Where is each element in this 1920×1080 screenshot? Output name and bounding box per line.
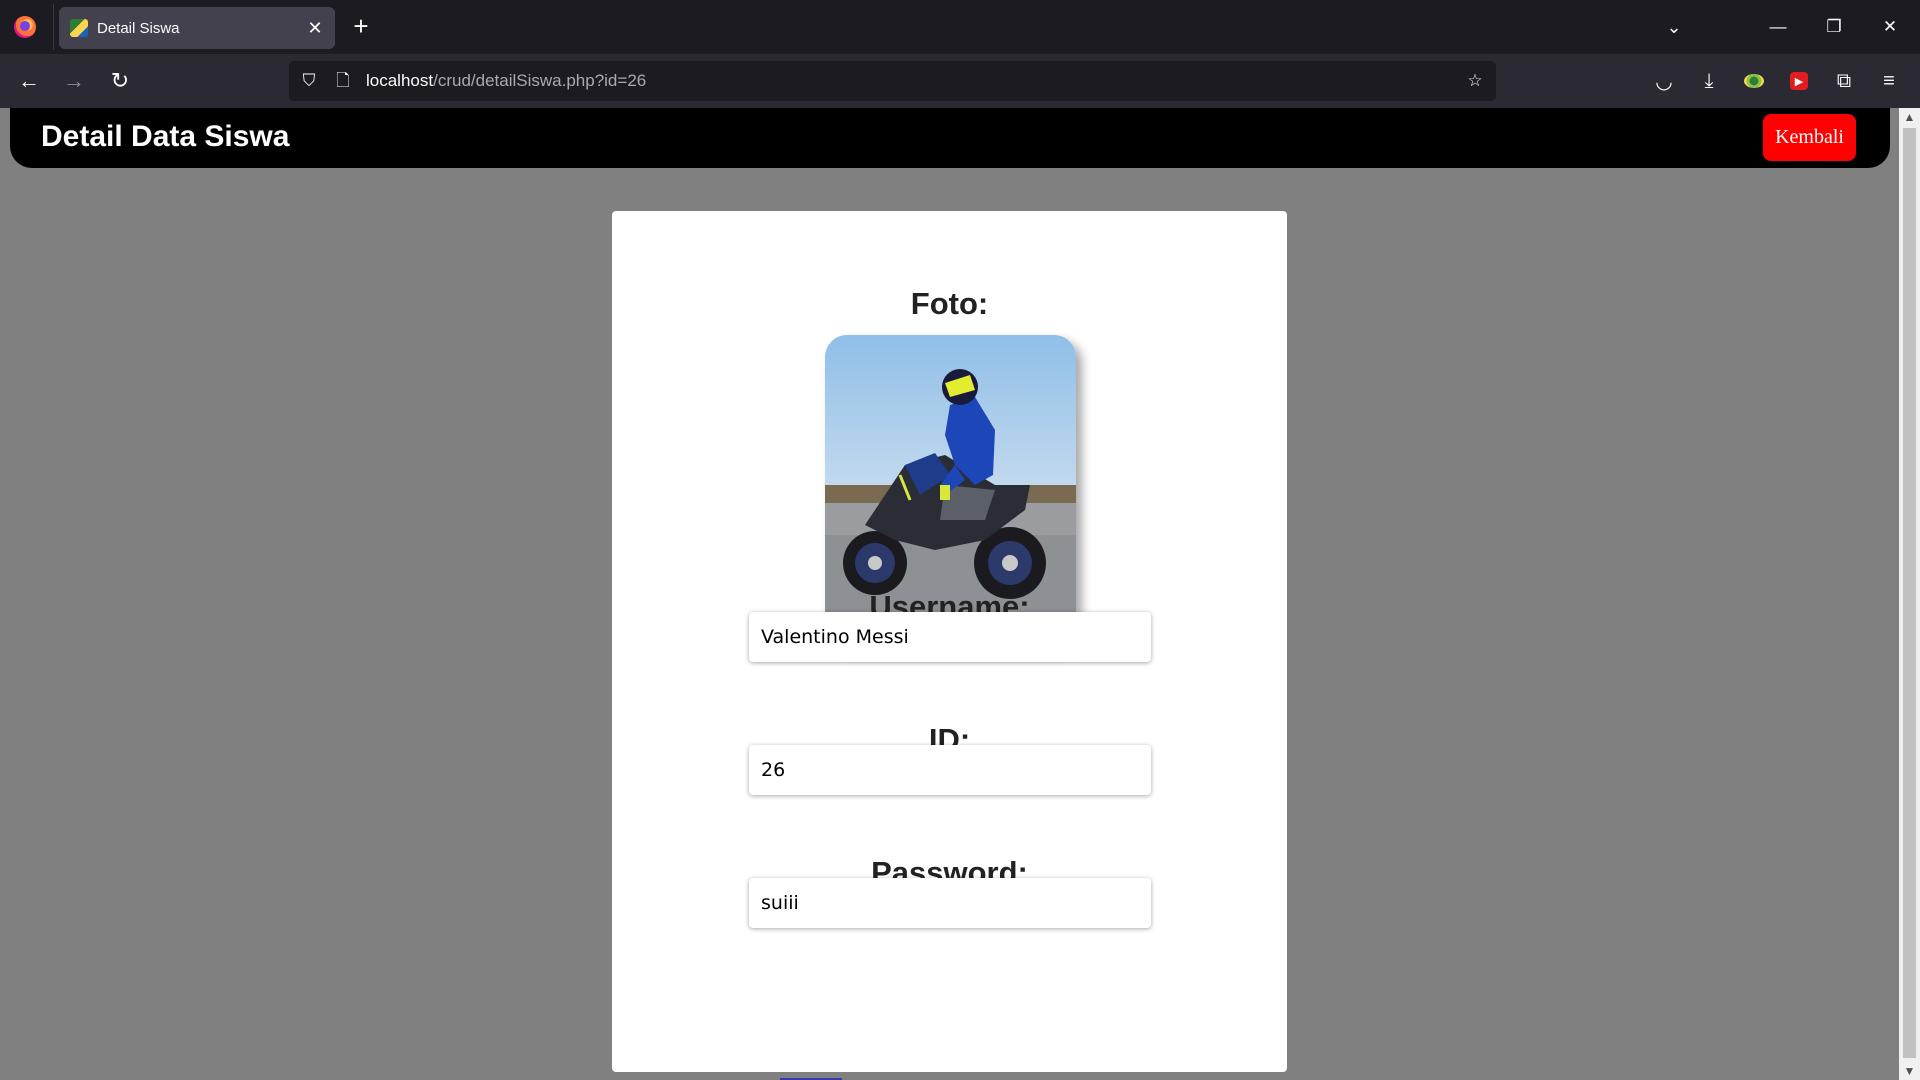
app-header: Detail Data Siswa Kembali xyxy=(10,108,1890,168)
page-viewport: Detail Data Siswa Kembali Foto: Username… xyxy=(0,108,1899,1080)
reload-icon[interactable]: ↻ xyxy=(104,65,136,97)
url-path: /crud/detailSiswa.php?id=26 xyxy=(433,71,647,90)
restore-icon[interactable]: ❐ xyxy=(1806,0,1862,54)
tab-close-icon[interactable]: ✕ xyxy=(303,16,327,40)
forward-arrow-icon[interactable]: → xyxy=(58,65,90,97)
scroll-thumb[interactable] xyxy=(1903,128,1916,1058)
window-close-icon[interactable]: ✕ xyxy=(1862,0,1918,54)
download-icon[interactable]: ⤓ xyxy=(1693,65,1725,97)
tab-title: Detail Siswa xyxy=(97,19,180,37)
kembali-button[interactable]: Kembali xyxy=(1763,114,1856,161)
tab-detail-siswa[interactable]: Detail Siswa ✕ xyxy=(59,7,335,49)
url-bar[interactable]: ⛉ 🗋 localhost/crud/detailSiswa.php?id=26… xyxy=(289,61,1496,101)
page-icon[interactable]: 🗋 xyxy=(332,70,354,92)
scroll-down-icon[interactable]: ▼ xyxy=(1899,1062,1920,1080)
url-text[interactable]: localhost/crud/detailSiswa.php?id=26 xyxy=(366,71,646,91)
detail-card: Foto: Username: Valentino Messi ID: 26 P… xyxy=(612,211,1287,1072)
tab-separator xyxy=(53,4,54,50)
tab-list-chevron-down-icon[interactable]: ⌄ xyxy=(1660,13,1688,41)
minimize-icon[interactable]: — xyxy=(1750,0,1806,54)
shield-icon[interactable]: ⛉ xyxy=(298,70,320,92)
extension-eye-icon[interactable] xyxy=(1738,65,1770,97)
page-title: Detail Data Siswa xyxy=(41,120,290,153)
id-field[interactable]: 26 xyxy=(749,745,1151,795)
star-icon[interactable]: ☆ xyxy=(1464,70,1486,92)
url-host: localhost xyxy=(366,71,434,90)
scroll-up-icon[interactable]: ▲ xyxy=(1899,108,1920,126)
extension-red-icon[interactable]: ▶ xyxy=(1783,65,1815,97)
new-tab-plus-icon[interactable]: + xyxy=(347,13,375,41)
back-arrow-icon[interactable]: ← xyxy=(13,65,45,97)
tab-favicon-icon xyxy=(70,19,88,37)
tab-bar: Detail Siswa ✕ + ⌄ — ❐ ✕ xyxy=(0,0,1920,54)
photo-label: Foto: xyxy=(910,286,989,321)
extensions-puzzle-icon[interactable]: ⧉ xyxy=(1828,65,1860,97)
username-field[interactable]: Valentino Messi xyxy=(749,612,1151,662)
menu-icon[interactable]: ≡ xyxy=(1873,65,1905,97)
pocket-icon[interactable]: ◡ xyxy=(1648,65,1680,97)
firefox-logo-icon[interactable] xyxy=(14,16,36,38)
password-field[interactable]: suiii xyxy=(749,878,1151,928)
scrollbar[interactable]: ▲ ▼ xyxy=(1899,108,1920,1080)
navigation-toolbar: ← → ↻ ⛉ 🗋 localhost/crud/detailSiswa.php… xyxy=(0,54,1920,108)
